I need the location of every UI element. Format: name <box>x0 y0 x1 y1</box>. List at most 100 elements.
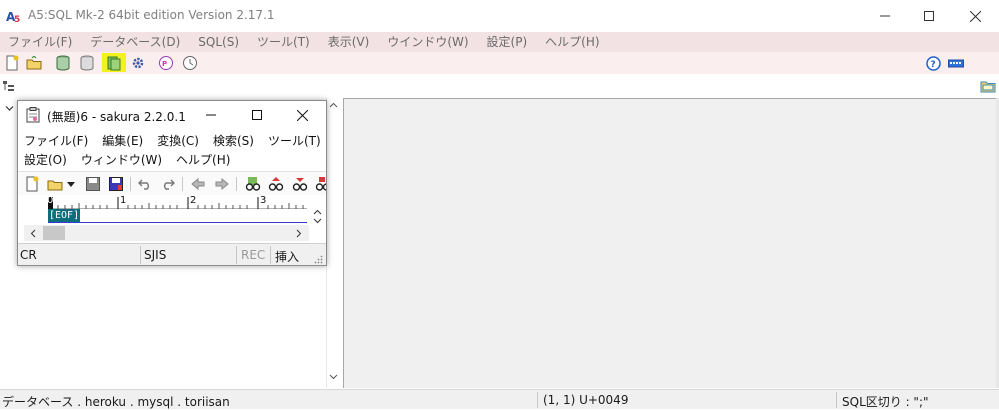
sakura-maximize-button[interactable] <box>236 101 278 129</box>
tree-view-icon[interactable] <box>3 80 15 95</box>
scroll-down-icon[interactable] <box>329 374 338 380</box>
menu-help[interactable]: ヘルプ(H) <box>537 32 609 52</box>
maximize-icon <box>252 110 262 120</box>
history-icon[interactable] <box>182 55 198 71</box>
scroll-down-icon[interactable] <box>313 218 322 224</box>
svg-text:5: 5 <box>14 15 20 24</box>
status-sql-delimiter: SQL区切り : ";" <box>842 395 929 409</box>
database-list-icon[interactable] <box>106 55 122 71</box>
sakura-menu-window[interactable]: ウィンドウ(W) <box>74 151 169 168</box>
sakura-menu-settings[interactable]: 設定(O) <box>18 151 74 168</box>
scroll-left-icon[interactable] <box>30 229 36 238</box>
new-file-icon[interactable] <box>24 176 40 192</box>
toolbar-separator <box>130 177 131 191</box>
menu-view[interactable]: 表示(V) <box>320 32 380 52</box>
tree-vertical-scrollbar[interactable] <box>326 98 339 388</box>
sakura-minimize-button[interactable] <box>190 101 232 129</box>
sakura-menu-search[interactable]: 検索(S) <box>206 132 261 149</box>
tree-toolbar <box>0 74 999 98</box>
sakura-menu-help[interactable]: ヘルプ(H) <box>169 151 237 168</box>
minimize-icon <box>206 114 216 116</box>
sakura-menu-file[interactable]: ファイル(F) <box>18 132 95 149</box>
undo-icon[interactable] <box>137 176 153 192</box>
toolbar-separator <box>236 177 237 191</box>
scroll-up-icon[interactable] <box>329 102 338 108</box>
sakura-editor-window[interactable]: (無題)6 - sakura 2.2.0.1 ファイル(F) 編集(E) 変換(… <box>17 100 327 266</box>
a5-logo-icon: A 5 <box>6 8 22 25</box>
scrollbar-thumb[interactable] <box>43 226 65 240</box>
svg-text:P: P <box>162 60 167 68</box>
chevron-down-icon[interactable] <box>66 176 76 192</box>
sakura-statusbar: CR SJIS REC 挿入 <box>18 243 326 265</box>
maximize-icon <box>924 11 934 21</box>
open-folder-icon[interactable] <box>47 176 63 192</box>
search-icon[interactable] <box>245 176 261 192</box>
save-icon[interactable] <box>85 176 101 192</box>
sakura-menu-tools[interactable]: ツール(T) <box>261 132 326 149</box>
sakura-horizontal-scrollbar[interactable] <box>24 225 309 241</box>
minimize-icon <box>880 15 890 17</box>
plugin-icon[interactable]: P <box>158 55 174 71</box>
sakura-toolbar <box>18 171 326 195</box>
status-divider <box>236 246 237 264</box>
main-titlebar: A 5 A5:SQL Mk-2 64bit edition Version 2.… <box>0 0 999 32</box>
toolbar-separator <box>182 177 183 191</box>
search-next-icon[interactable] <box>292 176 308 192</box>
save-as-icon[interactable] <box>108 176 124 192</box>
menubar: ファイル(F) データベース(D) SQL(S) ツール(T) 表示(V) ウイ… <box>0 32 999 52</box>
close-icon <box>296 109 308 121</box>
sakura-titlebar[interactable]: (無題)6 - sakura 2.2.0.1 <box>18 101 326 129</box>
search-mark-icon[interactable] <box>315 176 326 192</box>
folder-panel-icon[interactable] <box>980 79 996 96</box>
status-divider <box>270 246 271 264</box>
sakura-menubar-row2: 設定(O) ウィンドウ(W) ヘルプ(H) <box>18 150 326 169</box>
settings-icon[interactable] <box>130 55 146 71</box>
sakura-window-title: (無題)6 - sakura 2.2.0.1 <box>47 110 186 124</box>
new-file-icon[interactable] <box>4 55 20 71</box>
menu-tools[interactable]: ツール(T) <box>249 32 320 52</box>
open-folder-icon[interactable] <box>26 55 42 71</box>
minimize-button[interactable] <box>862 0 908 32</box>
window-title: A5:SQL Mk-2 64bit edition Version 2.17.1 <box>28 8 275 22</box>
sakura-menubar-row1: ファイル(F) 編集(E) 変換(C) 検索(S) ツール(T) <box>18 131 326 150</box>
search-previous-icon[interactable] <box>268 176 284 192</box>
resize-grip-icon[interactable] <box>314 255 323 264</box>
svg-text:?: ? <box>930 60 935 70</box>
connect-database-icon[interactable] <box>55 55 71 71</box>
jump-forward-icon[interactable] <box>214 176 230 192</box>
editor-workspace[interactable] <box>343 98 999 388</box>
menu-window[interactable]: ウインドウ(W) <box>379 32 478 52</box>
jump-back-icon[interactable] <box>190 176 206 192</box>
sakura-app-icon <box>26 107 40 126</box>
sakura-ruler: 0 1 2 3 <box>47 195 307 209</box>
eof-marker: [EOF] <box>48 209 81 222</box>
redo-icon[interactable] <box>160 176 176 192</box>
sakura-menu-edit[interactable]: 編集(E) <box>95 132 150 149</box>
sakura-menu-convert[interactable]: 変換(C) <box>150 132 206 149</box>
ruler-ticks <box>48 197 304 209</box>
ruler-number: 1 <box>120 195 127 206</box>
menu-settings[interactable]: 設定(P) <box>479 32 538 52</box>
ruler-number: 3 <box>260 195 267 206</box>
status-divider <box>537 392 538 408</box>
ruler-number: 0 <box>47 195 54 206</box>
scroll-right-icon[interactable] <box>296 229 302 238</box>
main-toolbar: P ? <box>0 52 999 74</box>
help-icon[interactable]: ? <box>925 55 941 71</box>
ruler-number: 2 <box>190 195 197 206</box>
menu-sql[interactable]: SQL(S) <box>190 32 249 52</box>
disconnect-database-icon[interactable] <box>79 55 95 71</box>
main-statusbar: データベース . heroku . mysql . toriisan (1, 1… <box>0 389 999 409</box>
scroll-up-icon[interactable] <box>313 209 322 215</box>
sakura-text-area[interactable]: [EOF] <box>18 209 309 223</box>
menu-file[interactable]: ファイル(F) <box>0 32 82 52</box>
maximize-button[interactable] <box>906 0 952 32</box>
close-button[interactable] <box>952 0 998 32</box>
chevron-down-icon[interactable] <box>5 103 14 116</box>
cursor-line-underline <box>48 222 307 223</box>
status-rec: REC <box>241 248 266 262</box>
sakura-vertical-scrollbar[interactable] <box>309 197 326 227</box>
keyboard-icon[interactable] <box>947 55 965 71</box>
sakura-close-button[interactable] <box>281 101 323 129</box>
menu-database[interactable]: データベース(D) <box>82 32 190 52</box>
